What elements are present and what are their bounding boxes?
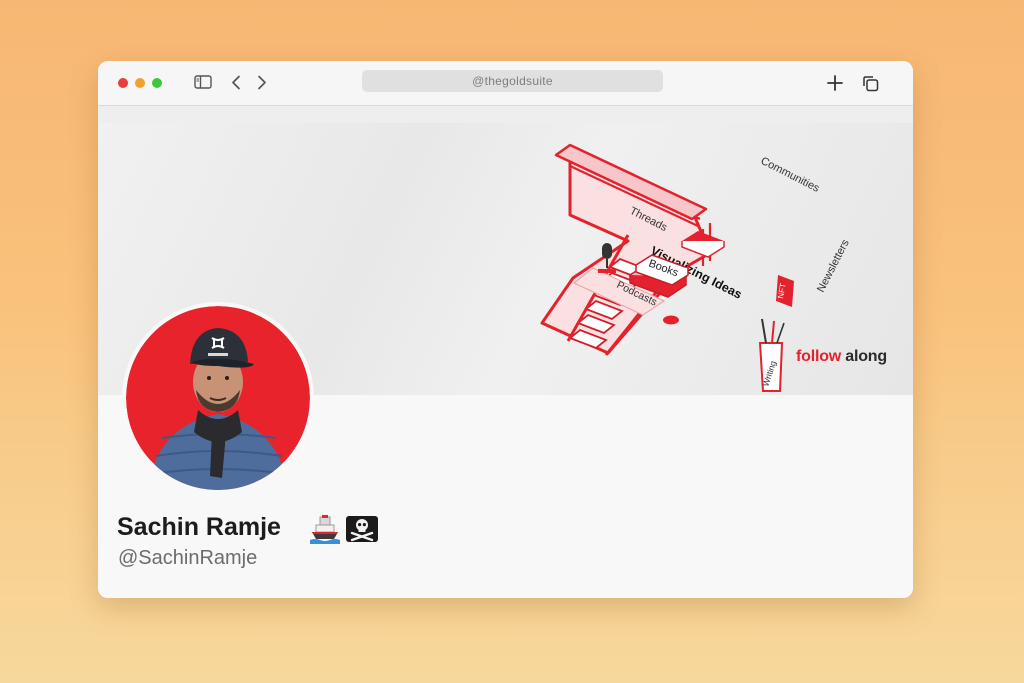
address-text: @thegoldsuite <box>472 74 553 88</box>
chevron-right-icon[interactable] <box>256 75 268 90</box>
zoom-window-button[interactable] <box>152 78 162 88</box>
avatar-photo <box>126 306 310 490</box>
art-label-newsletters: Newsletters <box>815 237 852 294</box>
browser-toolbar: @thegoldsuite <box>98 61 913 105</box>
close-window-button[interactable] <box>118 78 128 88</box>
address-bar[interactable]: @thegoldsuite <box>362 70 663 92</box>
tabs-overview-icon[interactable] <box>862 75 879 92</box>
profile-display-name: Sachin Ramje <box>117 513 281 541</box>
bookmarks-bar <box>98 105 913 125</box>
avatar[interactable] <box>122 302 314 494</box>
browser-window: @thegoldsuite Visualizing Ideas Communit… <box>98 61 913 598</box>
art-label-communities: Communities <box>759 155 822 195</box>
pirate-flag-emoji-icon <box>346 516 378 542</box>
profile-page: Visualizing Ideas Communities Threads Ne… <box>98 123 913 598</box>
tagline-along: along <box>845 348 887 365</box>
plus-icon[interactable] <box>827 75 843 91</box>
minimize-window-button[interactable] <box>135 78 145 88</box>
tagline-follow: follow <box>796 348 842 365</box>
chevron-left-icon[interactable] <box>230 75 242 90</box>
ship-emoji-icon <box>310 515 340 544</box>
banner-tagline: follow along <box>796 348 887 366</box>
profile-handle[interactable]: @SachinRamje <box>118 547 257 570</box>
sidebar-toggle-icon[interactable] <box>194 75 212 89</box>
